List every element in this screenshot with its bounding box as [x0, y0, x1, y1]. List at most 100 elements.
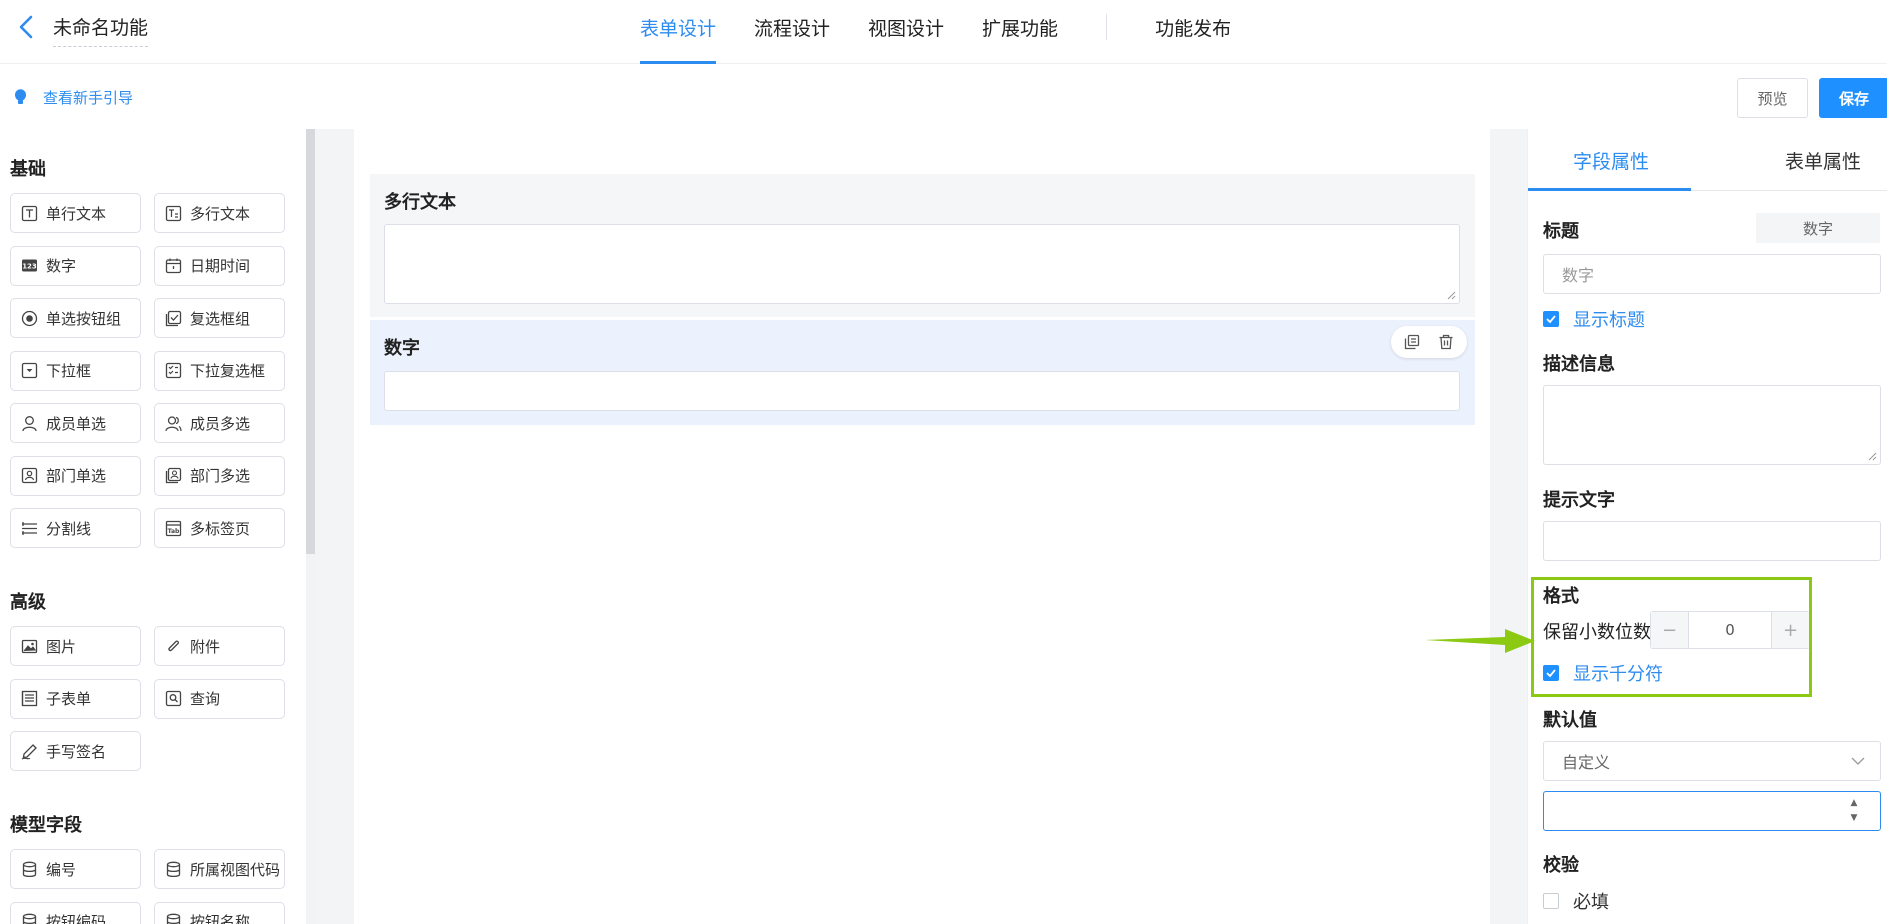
palette-group-title: 高级 [10, 592, 46, 613]
number-icon: 123 [21, 257, 38, 274]
palette-item-label: 单选按钮组 [46, 309, 122, 328]
resize-handle-icon [1868, 452, 1877, 461]
palette-item-label: 成员多选 [190, 414, 251, 433]
form-field-number[interactable]: 数字 [370, 320, 1475, 425]
description-textarea[interactable] [1543, 385, 1881, 465]
top-header: 未命名功能 表单设计 流程设计 视图设计 扩展功能 功能发布 [0, 0, 1887, 64]
format-highlight-box [1531, 577, 1812, 697]
palette-item-label: 下拉复选框 [190, 362, 266, 380]
palette-item[interactable]: 按钮编码 [10, 901, 141, 924]
tab-extensions[interactable]: 扩展功能 [982, 0, 1058, 64]
radio-icon [21, 310, 38, 327]
palette-item-label: 单行文本 [46, 204, 107, 223]
checkbox-unchecked-icon [1543, 893, 1559, 909]
palette-item[interactable]: 编号 [10, 849, 141, 889]
guide-label: 查看新手引导 [43, 89, 134, 107]
dropdown-checkbox-icon [165, 362, 182, 379]
palette-item[interactable]: 多行文本 [154, 193, 285, 233]
palette-item[interactable]: 附件 [154, 626, 285, 666]
validation-label: 校验 [1543, 855, 1579, 876]
palette-item[interactable]: 查询 [154, 678, 285, 719]
tab-publish[interactable]: 功能发布 [1155, 0, 1231, 64]
palette-item-label: 成员单选 [46, 414, 107, 433]
active-tab-indicator [1528, 188, 1691, 191]
tab-form-design[interactable]: 表单设计 [640, 0, 717, 64]
palette-item-label: 下拉框 [46, 362, 92, 380]
spin-arrows-icon[interactable]: ▲ ▼ [1848, 796, 1860, 826]
title-input[interactable]: 数字 [1543, 254, 1881, 294]
palette-item-label: 子表单 [46, 690, 92, 708]
palette-item[interactable]: 子表单 [10, 678, 141, 719]
hint-input[interactable] [1543, 521, 1881, 561]
palette-item-label: 图片 [46, 637, 77, 656]
database-icon [165, 913, 182, 924]
lightbulb-icon [15, 89, 26, 104]
dropdown-icon [21, 362, 38, 379]
subform-icon [21, 690, 38, 707]
palette-item[interactable]: 所属视图代码 [154, 849, 285, 889]
field-actions [1391, 326, 1467, 358]
palette-item[interactable]: 日期时间 [154, 245, 285, 286]
app-title[interactable]: 未命名功能 [53, 13, 149, 47]
tab-view-design[interactable]: 视图设计 [868, 0, 944, 64]
palette-item[interactable]: 复选框组 [154, 298, 285, 338]
palette-item-label: 部门单选 [46, 467, 107, 485]
palette-scrollbar[interactable] [306, 129, 315, 554]
palette-item-label: 按钮名称 [190, 913, 251, 924]
preview-button[interactable]: 预览 [1737, 78, 1808, 118]
tabs-icon: Tab [165, 520, 182, 537]
palette-item[interactable]: Tab 多标签页 [154, 508, 285, 548]
palette-item[interactable]: 成员多选 [154, 403, 285, 443]
checkbox-checked-icon [1543, 311, 1559, 327]
tab-flow-design[interactable]: 流程设计 [754, 0, 830, 64]
palette-item[interactable]: 成员单选 [10, 403, 141, 443]
field-label: 多行文本 [384, 192, 456, 213]
properties-panel: 字段属性 表单属性 标题 数字 数字 显示标题 描述信息 提示文字 格式 保留小… [1527, 129, 1887, 924]
arrow-pointer-icon [1425, 629, 1535, 653]
copy-icon[interactable] [1395, 326, 1429, 358]
palette-item[interactable]: 下拉框 [10, 350, 141, 391]
palette-item[interactable]: 123 数字 [10, 245, 141, 286]
default-value-label: 默认值 [1543, 710, 1597, 731]
default-value-select[interactable]: 自定义 [1543, 741, 1881, 781]
guide-link[interactable]: 查看新手引导 [14, 87, 133, 108]
number-input-preview[interactable] [384, 371, 1460, 411]
calendar-icon [165, 257, 182, 274]
tab-divider [1106, 14, 1108, 40]
main-tabs: 表单设计 流程设计 视图设计 扩展功能 功能发布 [640, 0, 1269, 64]
description-label: 描述信息 [1543, 354, 1615, 375]
default-mode-value: 自定义 [1562, 753, 1611, 772]
required-checkbox[interactable]: 必填 [1543, 888, 1609, 914]
users-icon [165, 415, 182, 432]
palette-item-label: 手写签名 [46, 742, 107, 761]
svg-text:123: 123 [22, 263, 37, 271]
default-value-input[interactable]: ▲ ▼ [1543, 791, 1881, 831]
textarea-preview[interactable] [384, 224, 1460, 304]
palette-item-label: 按钮编码 [46, 913, 107, 924]
palette-item[interactable]: 手写签名 [10, 731, 141, 771]
back-arrow-icon[interactable] [12, 12, 40, 42]
palette-item[interactable]: 单行文本 [10, 193, 141, 233]
department-icon [21, 467, 38, 484]
trash-icon[interactable] [1429, 326, 1463, 358]
palette-item-label: 复选框组 [190, 309, 251, 328]
tab-form-properties[interactable]: 表单属性 [1785, 147, 1861, 174]
save-button[interactable]: 保存 [1819, 78, 1887, 118]
toolbar: 查看新手引导 预览 保存 [0, 65, 1887, 129]
palette-item[interactable]: 下拉复选框 [154, 350, 285, 391]
field-label: 数字 [384, 338, 420, 359]
palette-item-label: 编号 [46, 860, 77, 879]
palette-item[interactable]: 分割线 [10, 508, 141, 548]
palette-item[interactable]: 图片 [10, 626, 141, 666]
departments-icon [165, 467, 182, 484]
palette-item[interactable]: 部门多选 [154, 455, 285, 496]
show-title-checkbox[interactable]: 显示标题 [1543, 306, 1645, 332]
database-icon [21, 913, 38, 924]
palette-item[interactable]: 单选按钮组 [10, 298, 141, 338]
palette-item[interactable]: 部门单选 [10, 455, 141, 496]
tab-field-properties[interactable]: 字段属性 [1573, 147, 1649, 174]
palette-item[interactable]: 按钮名称 [154, 901, 285, 924]
signature-icon [21, 743, 38, 760]
palette-group-title: 模型字段 [10, 815, 82, 836]
form-field-textarea[interactable]: 多行文本 [370, 174, 1475, 317]
